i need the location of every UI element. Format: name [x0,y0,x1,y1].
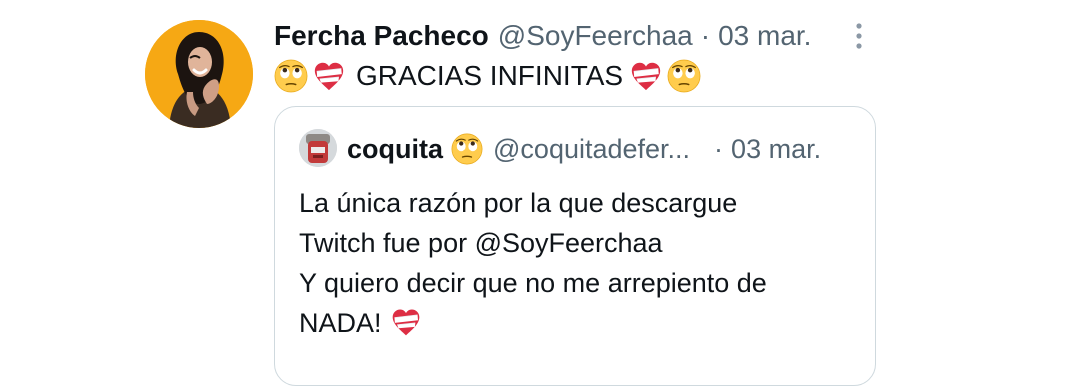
quoted-text-line: Twitch fue por @SoyFeerchaa [299,228,663,258]
more-vertical-icon[interactable] [846,20,872,54]
rolling-eyes-emoji-icon [274,59,308,93]
mending-heart-emoji-icon [390,306,422,338]
quoted-text-line: Y quiero decir que no me arrepiento de [299,268,767,298]
tweet-header: Fercha Pacheco @SoyFeerchaa · 03 mar. [274,16,811,56]
tweet-text: GRACIAS INFINITAS [274,56,701,96]
tweet[interactable]: Fercha Pacheco @SoyFeerchaa · 03 mar. GR… [0,0,1080,386]
quoted-tweet[interactable]: coquita @coquitadefer... · 03 mar. La ún… [274,106,876,386]
quoted-header: coquita @coquitadefer... · 03 mar. [347,129,863,169]
separator-dot: · [714,133,724,164]
quoted-date[interactable]: 03 mar. [731,134,821,165]
separator-dot: · [700,20,711,51]
quoted-text-line: NADA! [299,308,382,338]
quoted-author-name[interactable]: coquita [347,134,443,165]
quoted-text-line-last: NADA! [299,303,859,343]
quoted-avatar[interactable] [299,129,337,167]
tweet-body-text: GRACIAS INFINITAS [356,60,624,91]
quoted-text: La única razón por la que descargue Twit… [299,183,859,343]
mending-heart-emoji-icon [312,59,346,93]
author-handle[interactable]: @SoyFeerchaa [498,20,693,52]
quoted-text-line: La única razón por la que descargue [299,188,738,218]
avatar[interactable] [145,20,253,128]
rolling-eyes-emoji-icon [667,59,701,93]
tweet-date[interactable]: 03 mar. [718,20,811,52]
author-name[interactable]: Fercha Pacheco [274,20,489,52]
mending-heart-emoji-icon [629,59,663,93]
quoted-author-handle[interactable]: @coquitadefer... [493,134,690,165]
rolling-eyes-emoji-icon [451,133,483,165]
